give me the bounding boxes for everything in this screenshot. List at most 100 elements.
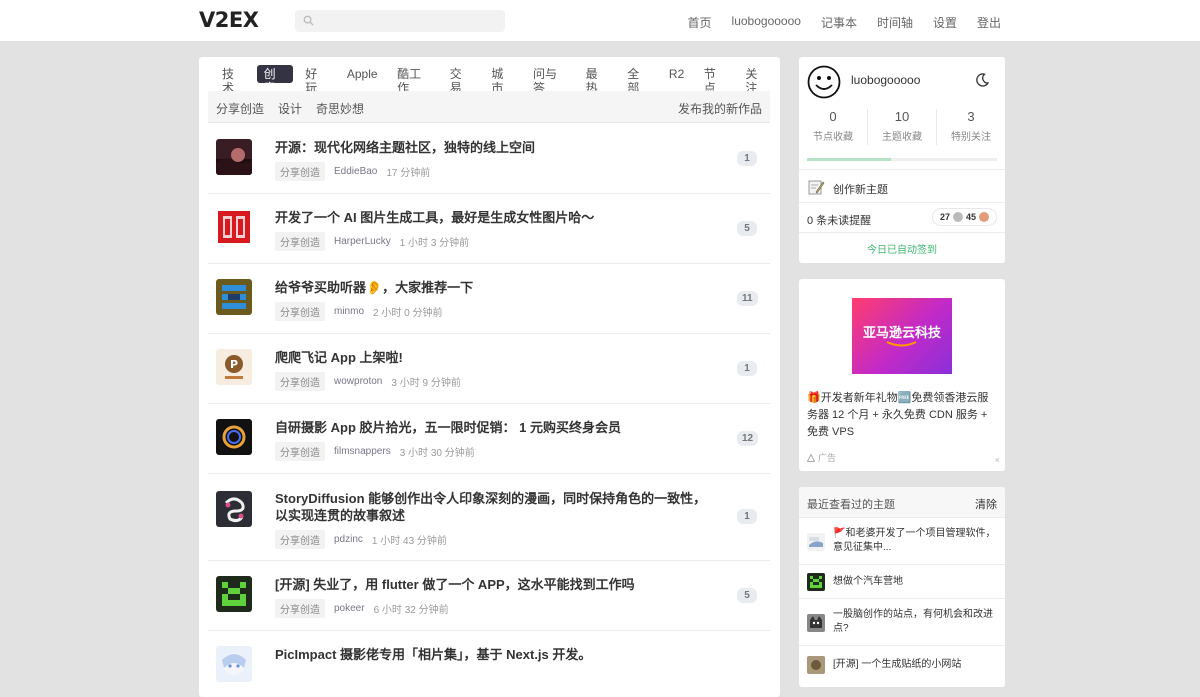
avatar[interactable] [216, 646, 252, 682]
avatar [807, 656, 825, 674]
topic-author[interactable]: minmo [334, 306, 364, 317]
ad-banner[interactable]: 亚马逊云科技 [852, 298, 952, 374]
site-logo[interactable]: V2EX [199, 8, 259, 32]
avatar[interactable] [216, 279, 252, 315]
subnav-design[interactable]: 设计 [278, 100, 302, 117]
topic-node[interactable]: 分享创造 [275, 530, 325, 549]
tab-qna[interactable]: 问与答 [526, 65, 573, 95]
ad-close-button[interactable]: × [995, 455, 1000, 465]
topic-row: 开源：现代化网络主题社区，独特的线上空间 分享创造 EddieBao 17 分钟… [208, 124, 770, 194]
avatar[interactable] [216, 209, 252, 245]
list-item[interactable]: [开源] 一个生成贴纸的小网站 [799, 646, 1005, 687]
stat-node-favs[interactable]: 0 节点收藏 [799, 109, 868, 145]
topic-author[interactable]: filmsnappers [334, 446, 391, 457]
subnav-ideas[interactable]: 奇思妙想 [316, 100, 364, 117]
tab-city[interactable]: 城市 [484, 65, 520, 95]
reply-count[interactable]: 1 [737, 361, 757, 376]
topic-title[interactable]: [开源] 失业了，用 flutter 做了一个 APP，这水平能找到工作吗 [275, 576, 725, 593]
tab-tech[interactable]: 技术 [215, 65, 251, 95]
tab-following[interactable]: 关注 [738, 65, 774, 95]
topic-author[interactable]: pokeer [334, 603, 365, 614]
create-topic-button[interactable]: 创作新主题 [799, 169, 1005, 203]
topic-author[interactable]: pdzinc [334, 534, 363, 545]
user-avatar-icon[interactable] [807, 65, 841, 99]
balance-badge[interactable]: 27 45 [932, 208, 997, 226]
silver-coin-icon [953, 212, 963, 222]
avatar[interactable]: P [216, 349, 252, 385]
tab-play[interactable]: 好玩 [298, 65, 334, 95]
avatar [807, 614, 825, 632]
publish-work-link[interactable]: 发布我的新作品 [678, 100, 762, 117]
moon-icon[interactable] [974, 72, 990, 88]
reply-count[interactable]: 1 [737, 509, 757, 524]
tab-nodes[interactable]: 节点 [697, 65, 733, 95]
reply-count[interactable]: 12 [737, 431, 759, 446]
stat-number: 0 [829, 109, 837, 124]
silver-count: 27 [939, 212, 950, 222]
smile-arrow-icon [886, 341, 917, 347]
svg-text:P: P [230, 358, 238, 371]
search-input[interactable] [295, 10, 505, 32]
tab-hot[interactable]: 最热 [579, 65, 615, 95]
clear-recent-button[interactable]: 清除 [975, 496, 997, 512]
topic-title[interactable]: 给爷爷买助听器👂，大家推荐一下 [275, 279, 725, 296]
stat-topic-favs[interactable]: 10 主题收藏 [868, 109, 937, 145]
topic-row: P 爬爬飞记 App 上架啦! 分享创造 wowproton 3 小时 9 分钟… [208, 334, 770, 404]
topic-title[interactable]: StoryDiffusion 能够创作出令人印象深刻的漫画，同时保持角色的一致性… [275, 490, 715, 524]
subnav-share-create[interactable]: 分享创造 [216, 100, 264, 117]
reply-count[interactable]: 5 [737, 221, 757, 236]
topic-node[interactable]: 分享创造 [275, 599, 325, 618]
topic-time: 6 小时 32 分钟前 [373, 605, 449, 616]
topic-node[interactable]: 分享创造 [275, 232, 325, 251]
topic-title[interactable]: 自研摄影 App 胶片拾光，五一限时促销： 1 元购买终身会员 [275, 419, 725, 436]
topic-time: 3 小时 30 分钟前 [399, 448, 475, 459]
stat-following[interactable]: 3 特别关注 [937, 109, 1005, 145]
list-item[interactable]: 一股脑创作的站点，有何机会和改进点? [799, 599, 1005, 646]
topic-node[interactable]: 分享创造 [275, 442, 325, 461]
reply-count[interactable]: 5 [737, 588, 757, 603]
nav-home-link[interactable]: 首页 [688, 14, 712, 31]
avatar[interactable] [216, 419, 252, 455]
avatar[interactable] [216, 491, 252, 527]
topic-title[interactable]: 爬爬飞记 App 上架啦! [275, 349, 725, 366]
tab-deals[interactable]: 交易 [443, 65, 479, 95]
tab-all[interactable]: 全部 [620, 65, 656, 95]
topic-title[interactable]: 开发了一个 AI 图片生成工具，最好是生成女性图片哈～ [275, 209, 725, 226]
tab-jobs[interactable]: 酷工作 [390, 65, 437, 95]
notifications-link[interactable]: 0 条未读提醒 27 45 [799, 203, 1005, 233]
bronze-coin-icon [979, 212, 990, 222]
nav-settings-link[interactable]: 设置 [933, 14, 957, 31]
tab-creative[interactable]: 创意 [256, 65, 293, 95]
nav-logout-link[interactable]: 登出 [977, 14, 1001, 31]
topic-node[interactable]: 分享创造 [275, 302, 325, 321]
tab-r2[interactable]: R2 [662, 65, 691, 83]
avatar[interactable] [216, 139, 252, 175]
recent-item-text: [开源] 一个生成贴纸的小网站 [833, 659, 962, 670]
topic-title[interactable]: 开源：现代化网络主题社区，独特的线上空间 [275, 139, 725, 156]
nav-profile-link[interactable]: luobogooooo [732, 14, 801, 31]
topic-author[interactable]: wowproton [334, 376, 382, 387]
nav-timeline-link[interactable]: 时间轴 [877, 14, 913, 31]
list-item[interactable]: 想做个汽车营地 [799, 565, 1005, 599]
avatar[interactable] [216, 576, 252, 612]
reply-count[interactable]: 1 [737, 151, 757, 166]
list-item[interactable]: 🚩和老婆开发了一个项目管理软件，意见征集中... [799, 518, 1005, 565]
recent-item-text: 一股脑创作的站点，有何机会和改进点? [833, 609, 993, 634]
ad-text[interactable]: 🎁开发者新年礼物🆓免费领香港云服务器 12 个月 + 永久免费 CDN 服务 +… [807, 390, 999, 441]
top-bar: V2EX 首页 luobogooooo 记事本 时间轴 设置 登出 [0, 0, 1200, 42]
topic-row: 自研摄影 App 胶片拾光，五一限时促销： 1 元购买终身会员 分享创造 fil… [208, 404, 770, 474]
topic-title[interactable]: PicImpact 摄影佬专用「相片集」，基于 Next.js 开发。 [275, 646, 725, 663]
reply-count[interactable]: 11 [737, 291, 758, 306]
topic-node[interactable]: 分享创造 [275, 162, 325, 181]
topic-row: 给爷爷买助听器👂，大家推荐一下 分享创造 minmo 2 小时 0 分钟前 11 [208, 264, 770, 334]
topic-author[interactable]: EddieBao [334, 166, 377, 177]
topic-node[interactable]: 分享创造 [275, 372, 325, 391]
topic-author[interactable]: HarperLucky [334, 236, 391, 247]
nav-notes-link[interactable]: 记事本 [821, 14, 857, 31]
user-name[interactable]: luobogooooo [851, 73, 920, 87]
bronze-count: 45 [966, 212, 977, 222]
progress-fill [807, 158, 891, 161]
ad-banner-text: 亚马逊云科技 [862, 325, 941, 340]
sub-nav-bar: 分享创造 设计 奇思妙想 发布我的新作品 [208, 91, 770, 123]
tab-apple[interactable]: Apple [340, 65, 385, 83]
